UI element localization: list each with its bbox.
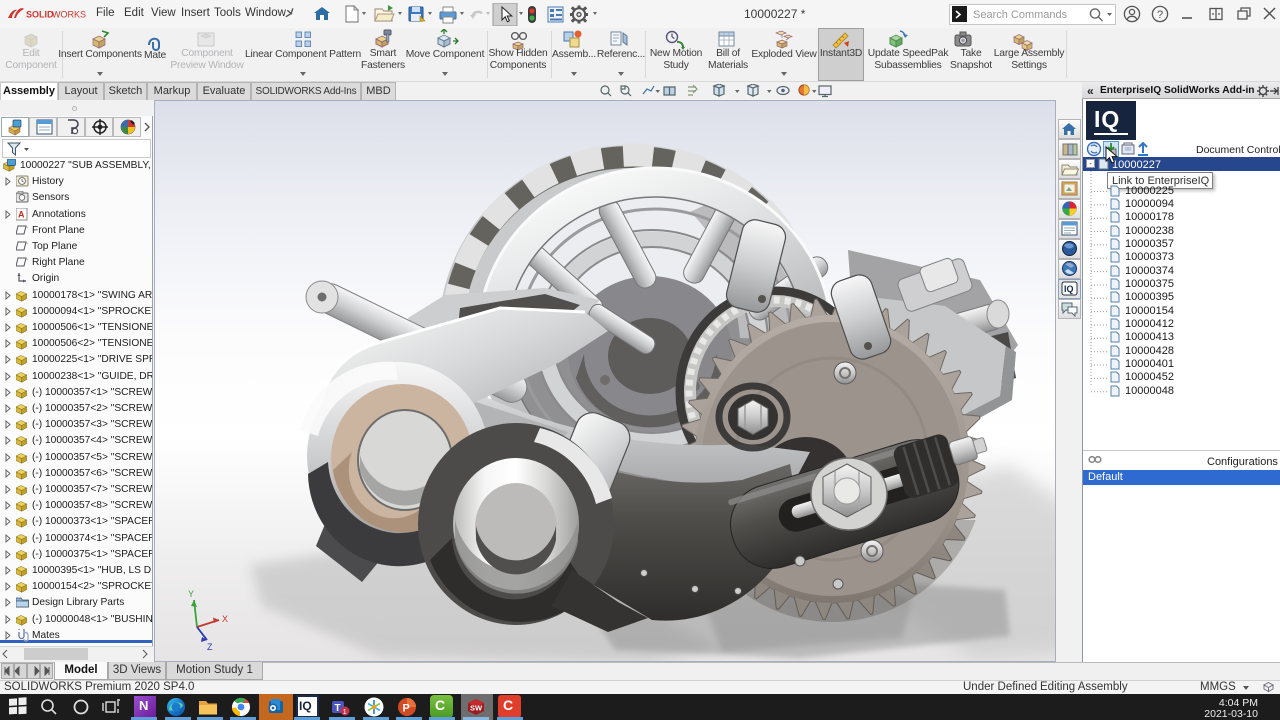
svg-text:SW: SW bbox=[470, 704, 483, 713]
svg-text:P: P bbox=[403, 703, 410, 715]
svg-text:Y: Y bbox=[188, 589, 194, 599]
svg-text:WORKS: WORKS bbox=[52, 10, 86, 20]
svg-text:SOLID: SOLID bbox=[26, 10, 54, 20]
svg-text:Z: Z bbox=[207, 642, 213, 652]
svg-text:IQ: IQ bbox=[1064, 284, 1074, 294]
svg-text:1: 1 bbox=[343, 709, 347, 716]
svg-text:T: T bbox=[335, 703, 341, 714]
svg-text:X: X bbox=[222, 614, 228, 624]
svg-text:?: ? bbox=[1157, 9, 1163, 21]
svg-text:A: A bbox=[18, 210, 25, 220]
